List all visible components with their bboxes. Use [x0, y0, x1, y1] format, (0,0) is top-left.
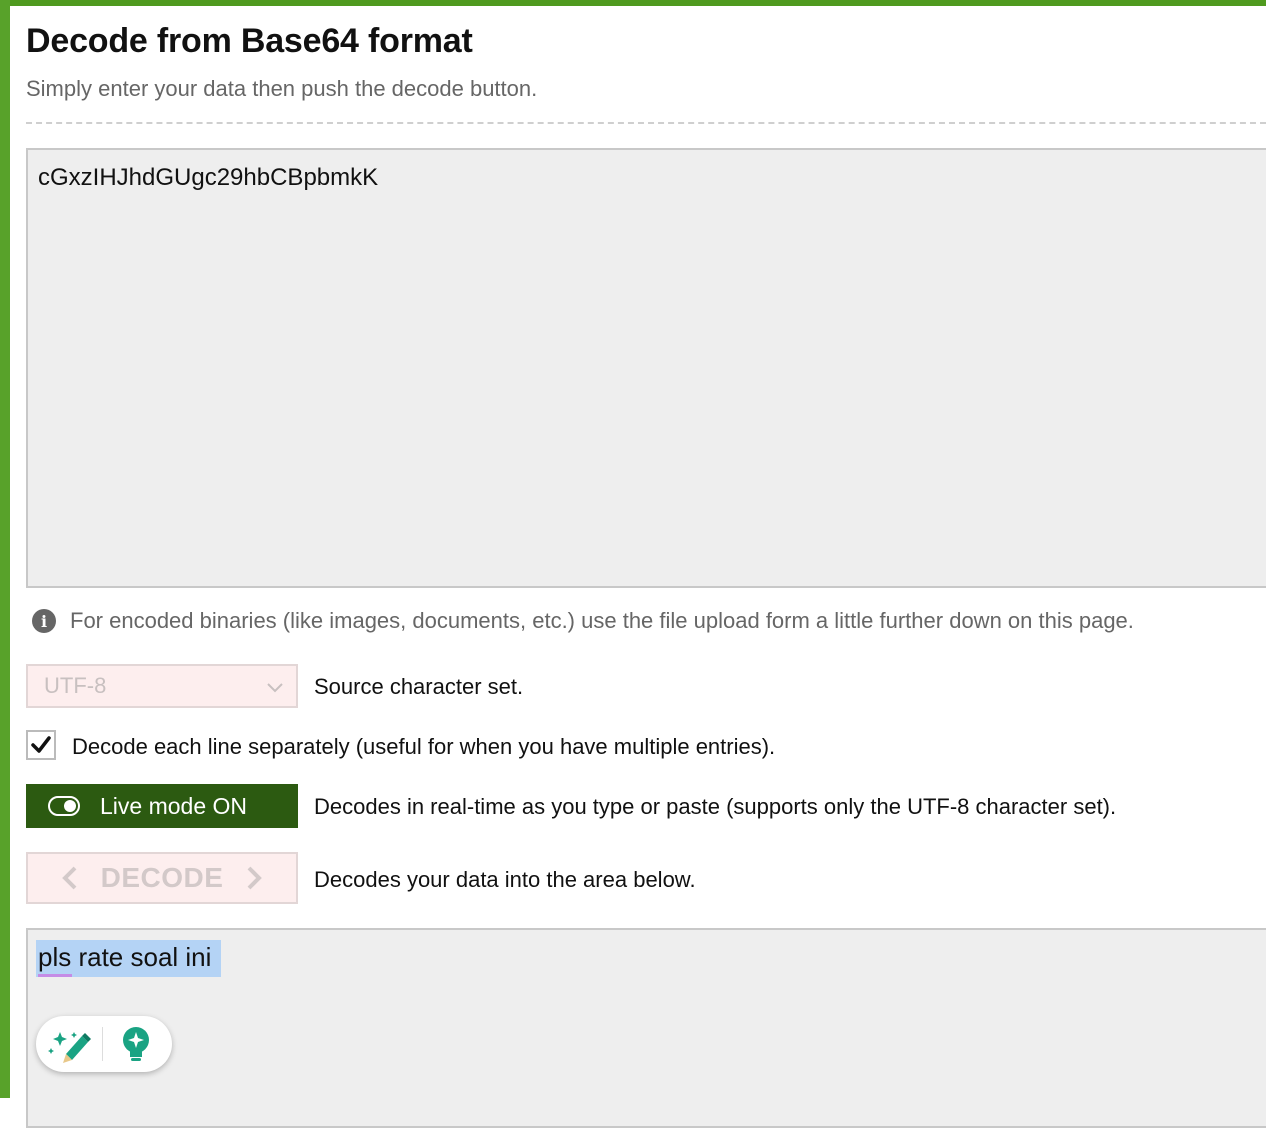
charset-label: Source character set.: [314, 674, 524, 699]
decode-button-label: DECODE: [100, 862, 224, 893]
charset-selected-value: UTF-8: [44, 673, 107, 698]
left-accent-bar: [0, 0, 10, 1098]
toggle-icon: [48, 796, 80, 816]
decode-lines-checkbox[interactable]: [26, 730, 56, 760]
spellcheck-underline: [38, 974, 72, 977]
lightbulb-icon: [123, 1027, 149, 1061]
writing-assistant-toolbar: [36, 1016, 172, 1072]
live-mode-description: Decodes in real-time as you type or past…: [314, 794, 1117, 819]
chevron-down-icon: [267, 683, 283, 693]
checkmark-icon: [31, 736, 51, 753]
base64-input-textarea[interactable]: cGxzIHJhdGUgc29hbCBpbmkK: [26, 148, 1266, 588]
suggest-button[interactable]: [103, 1016, 169, 1072]
magic-pencil-icon: [48, 1032, 91, 1063]
charset-select[interactable]: UTF-8: [26, 664, 298, 708]
decode-button[interactable]: DECODE: [26, 852, 298, 904]
decoded-output-textarea[interactable]: pls rate soal ini: [26, 928, 1266, 1128]
info-note: i For encoded binaries (like images, doc…: [32, 608, 1134, 634]
page-title: Decode from Base64 format: [26, 22, 473, 60]
decode-lines-label: Decode each line separately (useful for …: [72, 734, 776, 759]
live-mode-label: Live mode ON: [100, 792, 248, 819]
info-text: For encoded binaries (like images, docum…: [70, 608, 1134, 633]
top-accent-bar: [0, 0, 1266, 6]
rewrite-button[interactable]: [36, 1016, 102, 1072]
input-text: cGxzIHJhdGUgc29hbCBpbmkK: [38, 164, 379, 191]
chevron-left-icon: [61, 866, 77, 890]
output-selected-text: pls rate soal ini: [36, 940, 222, 977]
live-mode-button[interactable]: Live mode ON: [26, 784, 298, 828]
info-icon: i: [32, 609, 56, 633]
chevron-right-icon: [247, 866, 263, 890]
divider: [26, 122, 1266, 124]
decode-description: Decodes your data into the area below.: [314, 867, 696, 892]
page-subtitle: Simply enter your data then push the dec…: [26, 76, 538, 101]
